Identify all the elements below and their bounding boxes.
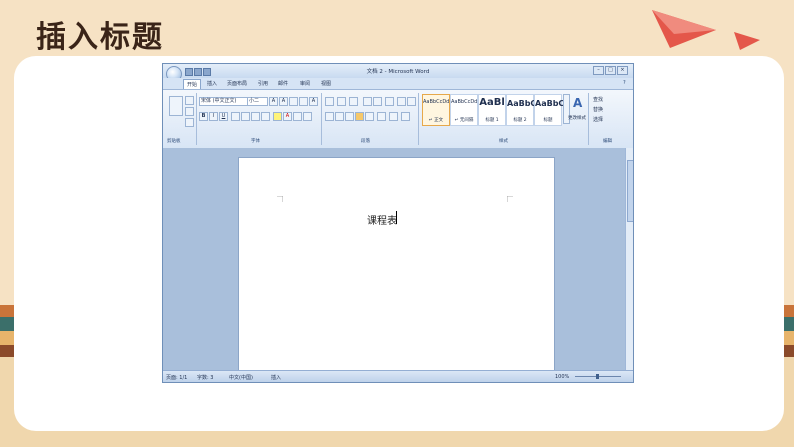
bullets-icon[interactable] <box>325 97 334 106</box>
change-styles-icon[interactable]: A <box>573 96 582 110</box>
title-bar: 文档 2 - Microsoft Word – □ × <box>163 64 633 82</box>
show-marks-icon[interactable] <box>407 97 416 106</box>
status-page[interactable]: 页面: 1/1 <box>166 374 187 381</box>
group-label-paragraph: 段落 <box>361 139 370 144</box>
zoom-slider-thumb[interactable] <box>596 374 599 379</box>
status-bar: 页面: 1/1 字数: 3 中文(中国) 插入 100% <box>163 370 633 382</box>
font-color-icon[interactable]: A <box>283 112 292 121</box>
shading-icon[interactable] <box>389 112 398 121</box>
change-styles-label[interactable]: 更改样式 <box>568 115 586 121</box>
document-page[interactable]: 课程表 <box>238 157 555 372</box>
style-normal[interactable]: AaBbCcDd ↵ 正文 <box>422 94 450 126</box>
style-no-spacing[interactable]: AaBbCcDd ↵ 无间隔 <box>450 94 478 126</box>
align-center-icon[interactable] <box>335 112 344 121</box>
paper-plane-small-icon <box>734 32 760 50</box>
status-words[interactable]: 字数: 3 <box>197 374 213 381</box>
close-button[interactable]: × <box>617 66 628 75</box>
scroll-thumb[interactable] <box>627 160 633 222</box>
margin-corner-left <box>277 196 283 202</box>
style-heading-1[interactable]: AaBl 标题 1 <box>478 94 506 126</box>
justify-icon[interactable] <box>355 112 364 121</box>
line-spacing-icon[interactable] <box>377 112 386 121</box>
phonetic-icon[interactable] <box>299 97 308 106</box>
paper-plane-large-icon <box>652 10 716 48</box>
maximize-button[interactable]: □ <box>605 66 616 75</box>
zoom-level[interactable]: 100% <box>555 374 569 380</box>
tab-references[interactable]: 引用 <box>258 80 268 87</box>
increase-indent-icon[interactable] <box>373 97 382 106</box>
borders-icon[interactable] <box>401 112 410 121</box>
paste-icon[interactable] <box>169 96 183 116</box>
group-label-styles: 样式 <box>499 139 508 144</box>
char-shading-icon[interactable] <box>293 112 302 121</box>
style-heading-2[interactable]: AaBbC 标题 2 <box>506 94 536 126</box>
slide-title: 插入标题 <box>36 20 164 55</box>
window-title: 文档 2 - Microsoft Word <box>366 69 430 75</box>
distributed-icon[interactable] <box>365 112 374 121</box>
word-window: 文档 2 - Microsoft Word – □ × 开始 插入 页面布局 引… <box>162 63 634 383</box>
select-button[interactable]: 选择 <box>593 116 603 123</box>
decrease-indent-icon[interactable] <box>363 97 372 106</box>
find-button[interactable]: 查找 <box>593 96 603 103</box>
clear-format-icon[interactable] <box>289 97 298 106</box>
numbering-icon[interactable] <box>337 97 346 106</box>
status-insert-mode[interactable]: 插入 <box>271 374 281 381</box>
font-size-combo[interactable]: 小二 <box>247 97 268 106</box>
italic-button[interactable]: I <box>209 112 218 121</box>
margin-corner-right <box>507 196 513 202</box>
subscript-icon[interactable] <box>241 112 250 121</box>
grow-font-icon[interactable]: A <box>269 97 278 106</box>
copy-icon[interactable] <box>185 107 194 116</box>
document-text[interactable]: 课程表 <box>367 212 397 227</box>
chinese-layout-icon[interactable] <box>385 97 394 106</box>
help-icon[interactable]: ? <box>623 80 626 86</box>
superscript-icon[interactable] <box>251 112 260 121</box>
highlight-icon[interactable] <box>273 112 282 121</box>
cut-icon[interactable] <box>185 96 194 105</box>
text-cursor <box>396 211 397 224</box>
bold-button[interactable]: B <box>199 112 208 121</box>
vertical-scrollbar[interactable] <box>625 148 633 370</box>
align-right-icon[interactable] <box>345 112 354 121</box>
shrink-font-icon[interactable]: A <box>279 97 288 106</box>
minimize-button[interactable]: – <box>593 66 604 75</box>
format-painter-icon[interactable] <box>185 118 194 127</box>
sort-icon[interactable] <box>397 97 406 106</box>
tab-page-layout[interactable]: 页面布局 <box>227 80 247 87</box>
strikethrough-icon[interactable] <box>231 112 240 121</box>
change-case-icon[interactable] <box>261 112 270 121</box>
group-label-clipboard: 剪贴板 <box>167 139 181 144</box>
font-name-combo[interactable]: 宋体 (中文正文) <box>199 97 248 106</box>
tab-mailings[interactable]: 邮件 <box>278 80 288 87</box>
multilevel-list-icon[interactable] <box>349 97 358 106</box>
tab-home[interactable]: 开始 <box>183 79 202 89</box>
replace-button[interactable]: 替换 <box>593 106 603 113</box>
ribbon-tabs: 开始 插入 页面布局 引用 邮件 审阅 视图 ? <box>163 78 633 89</box>
enclose-char-icon[interactable] <box>303 112 312 121</box>
status-language[interactable]: 中文(中国) <box>229 374 253 381</box>
underline-button[interactable]: U <box>219 112 228 121</box>
group-label-editing: 编辑 <box>603 139 612 144</box>
ribbon: 宋体 (中文正文) 小二 A A A B I U A AaBbCcDd ↵ 正文… <box>163 89 633 149</box>
tab-review[interactable]: 审阅 <box>300 80 310 87</box>
align-left-icon[interactable] <box>325 112 334 121</box>
style-title[interactable]: AaBbC 标题 <box>534 94 564 126</box>
char-border-icon[interactable]: A <box>309 97 318 106</box>
tab-insert[interactable]: 插入 <box>207 80 217 87</box>
document-area: 课程表 <box>163 148 625 372</box>
tab-view[interactable]: 视图 <box>321 80 331 87</box>
group-label-font: 字体 <box>251 139 260 144</box>
